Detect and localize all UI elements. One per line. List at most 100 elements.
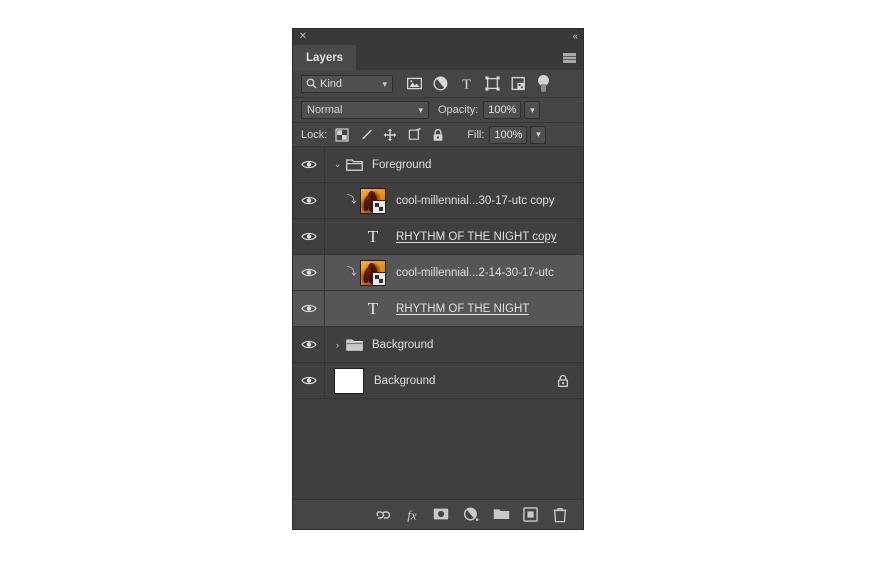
layer-visibility-toggle[interactable] (293, 291, 325, 326)
eye-icon (300, 267, 317, 278)
layer-visibility-toggle[interactable] (293, 327, 325, 362)
filter-row: Kind ▾ T (293, 70, 583, 98)
layer-row-body[interactable]: ⤵ cool-millennial...30-17-utc copy (325, 183, 583, 218)
layer-list[interactable]: ⌄ Foreground ⤵ cool-millennial...30-17-u… (293, 147, 583, 499)
eye-icon (300, 195, 317, 206)
layer-visibility-toggle[interactable] (293, 255, 325, 290)
layer-thumbnail[interactable] (334, 367, 364, 394)
panel-menu-icon[interactable] (563, 53, 576, 63)
lock-artboard-nesting-icon[interactable] (407, 127, 421, 142)
add-layer-mask-icon[interactable] (433, 507, 449, 523)
chevron-down-icon: ▾ (418, 105, 423, 115)
search-icon (306, 78, 317, 89)
lock-position-icon[interactable] (383, 128, 397, 142)
screenshot-stage: ✕ « Layers Kind ▾ T Normal ▾ Opacity: 10… (0, 0, 875, 566)
link-layers-icon[interactable] (373, 507, 391, 523)
eye-icon (300, 339, 317, 350)
filter-enable-toggle[interactable] (538, 74, 549, 93)
filter-shape-layers-icon[interactable] (485, 76, 500, 91)
clipping-mask-icon: ⤵ (346, 194, 357, 206)
layer-name: Background (372, 338, 434, 351)
blend-mode-dropdown[interactable]: Normal ▾ (301, 101, 429, 119)
eye-icon (300, 159, 317, 170)
fill-stepper-icon[interactable]: ▾ (530, 125, 547, 144)
layer-style-fx-icon[interactable]: fx (403, 507, 419, 523)
smart-object-badge-icon (372, 199, 385, 213)
chevron-right-icon[interactable]: › (331, 338, 344, 351)
layer-row-body[interactable]: Background (325, 363, 583, 398)
filter-type-icons: T (407, 76, 526, 91)
eye-icon (300, 303, 317, 314)
new-layer-icon[interactable] (523, 506, 539, 523)
table-row[interactable]: ⤵ cool-millennial...2-14-30-17-utc (293, 255, 583, 291)
layer-visibility-toggle[interactable] (293, 363, 325, 398)
layer-thumbnail[interactable] (360, 187, 386, 214)
eye-icon (300, 231, 317, 242)
layer-name: cool-millennial...2-14-30-17-utc (396, 266, 554, 279)
opacity-input[interactable]: 100% (483, 101, 522, 119)
layer-name: Background (374, 374, 436, 387)
layer-name: Foreground (372, 158, 432, 171)
chevron-down-icon: ▾ (382, 78, 387, 89)
layer-row-body[interactable]: › Background (325, 327, 583, 362)
text-layer-icon: T (367, 299, 379, 318)
table-row[interactable]: T RHYTHM OF THE NIGHT copy (293, 219, 583, 255)
filter-kind-dropdown[interactable]: Kind ▾ (301, 74, 393, 93)
text-layer-icon: T (367, 227, 379, 246)
layer-name: cool-millennial...30-17-utc copy (396, 194, 555, 207)
folder-closed-icon (346, 338, 363, 352)
table-row[interactable]: Background (293, 363, 583, 399)
opacity-label: Opacity: (438, 104, 479, 116)
lock-transparent-pixels-icon[interactable] (335, 127, 349, 142)
close-icon[interactable]: ✕ (298, 32, 308, 42)
lock-icon[interactable] (557, 374, 569, 388)
layer-visibility-toggle[interactable] (293, 147, 325, 182)
chevron-down-icon[interactable]: ⌄ (331, 158, 344, 171)
layer-thumbnail[interactable] (360, 259, 386, 286)
panel-tab-bar: Layers (293, 45, 583, 70)
filter-kind-label: Kind (320, 77, 343, 90)
blend-mode-row: Normal ▾ Opacity: 100% ▾ (293, 98, 583, 123)
lock-icons (335, 127, 445, 142)
layer-visibility-toggle[interactable] (293, 183, 325, 218)
table-row[interactable]: T RHYTHM OF THE NIGHT (293, 291, 583, 327)
layer-row-body[interactable]: T RHYTHM OF THE NIGHT (325, 291, 583, 326)
layer-name: RHYTHM OF THE NIGHT copy (396, 230, 557, 243)
lock-image-pixels-icon[interactable] (359, 128, 373, 142)
layer-row-body[interactable]: ⤵ cool-millennial...2-14-30-17-utc (325, 255, 583, 290)
filter-smart-objects-icon[interactable] (511, 76, 526, 91)
layer-row-body[interactable]: ⌄ Foreground (325, 147, 583, 182)
eye-icon (300, 375, 317, 386)
layer-row-body[interactable]: T RHYTHM OF THE NIGHT copy (325, 219, 583, 254)
filter-pixel-layers-icon[interactable] (407, 76, 422, 91)
tab-layers-label: Layers (306, 51, 344, 64)
layers-panel: ✕ « Layers Kind ▾ T Normal ▾ Opacity: 10… (292, 28, 584, 530)
filter-adjustment-layers-icon[interactable] (433, 76, 448, 91)
panel-title-bar: ✕ « (293, 29, 583, 45)
collapse-to-icons-icon[interactable]: « (572, 31, 577, 42)
lock-row: Lock: Fill: 100% ▾ (293, 123, 583, 147)
filter-toggle-stem (541, 83, 546, 92)
svg-text:T: T (462, 77, 471, 91)
new-group-icon[interactable] (493, 507, 510, 523)
lock-label: Lock: (301, 128, 328, 141)
smart-object-badge-icon (372, 271, 385, 285)
tab-layers[interactable]: Layers (293, 45, 357, 70)
filter-type-layers-icon[interactable]: T (459, 76, 474, 91)
delete-layer-icon[interactable] (553, 507, 569, 523)
folder-open-icon (346, 158, 363, 172)
new-adjustment-layer-icon[interactable] (463, 506, 479, 523)
table-row[interactable]: ⤵ cool-millennial...30-17-utc copy (293, 183, 583, 219)
layers-bottom-toolbar: fx (293, 499, 583, 529)
lock-all-icon[interactable] (431, 128, 445, 142)
clipping-mask-icon: ⤵ (346, 266, 357, 278)
blend-mode-value: Normal (307, 104, 343, 116)
opacity-stepper-icon[interactable]: ▾ (524, 101, 541, 119)
table-row[interactable]: › Background (293, 327, 583, 363)
svg-text:fx: fx (407, 507, 417, 522)
fill-label: Fill: (467, 128, 485, 141)
layer-name: RHYTHM OF THE NIGHT (396, 302, 530, 315)
layer-visibility-toggle[interactable] (293, 219, 325, 254)
fill-input[interactable]: 100% (489, 125, 528, 144)
table-row[interactable]: ⌄ Foreground (293, 147, 583, 183)
